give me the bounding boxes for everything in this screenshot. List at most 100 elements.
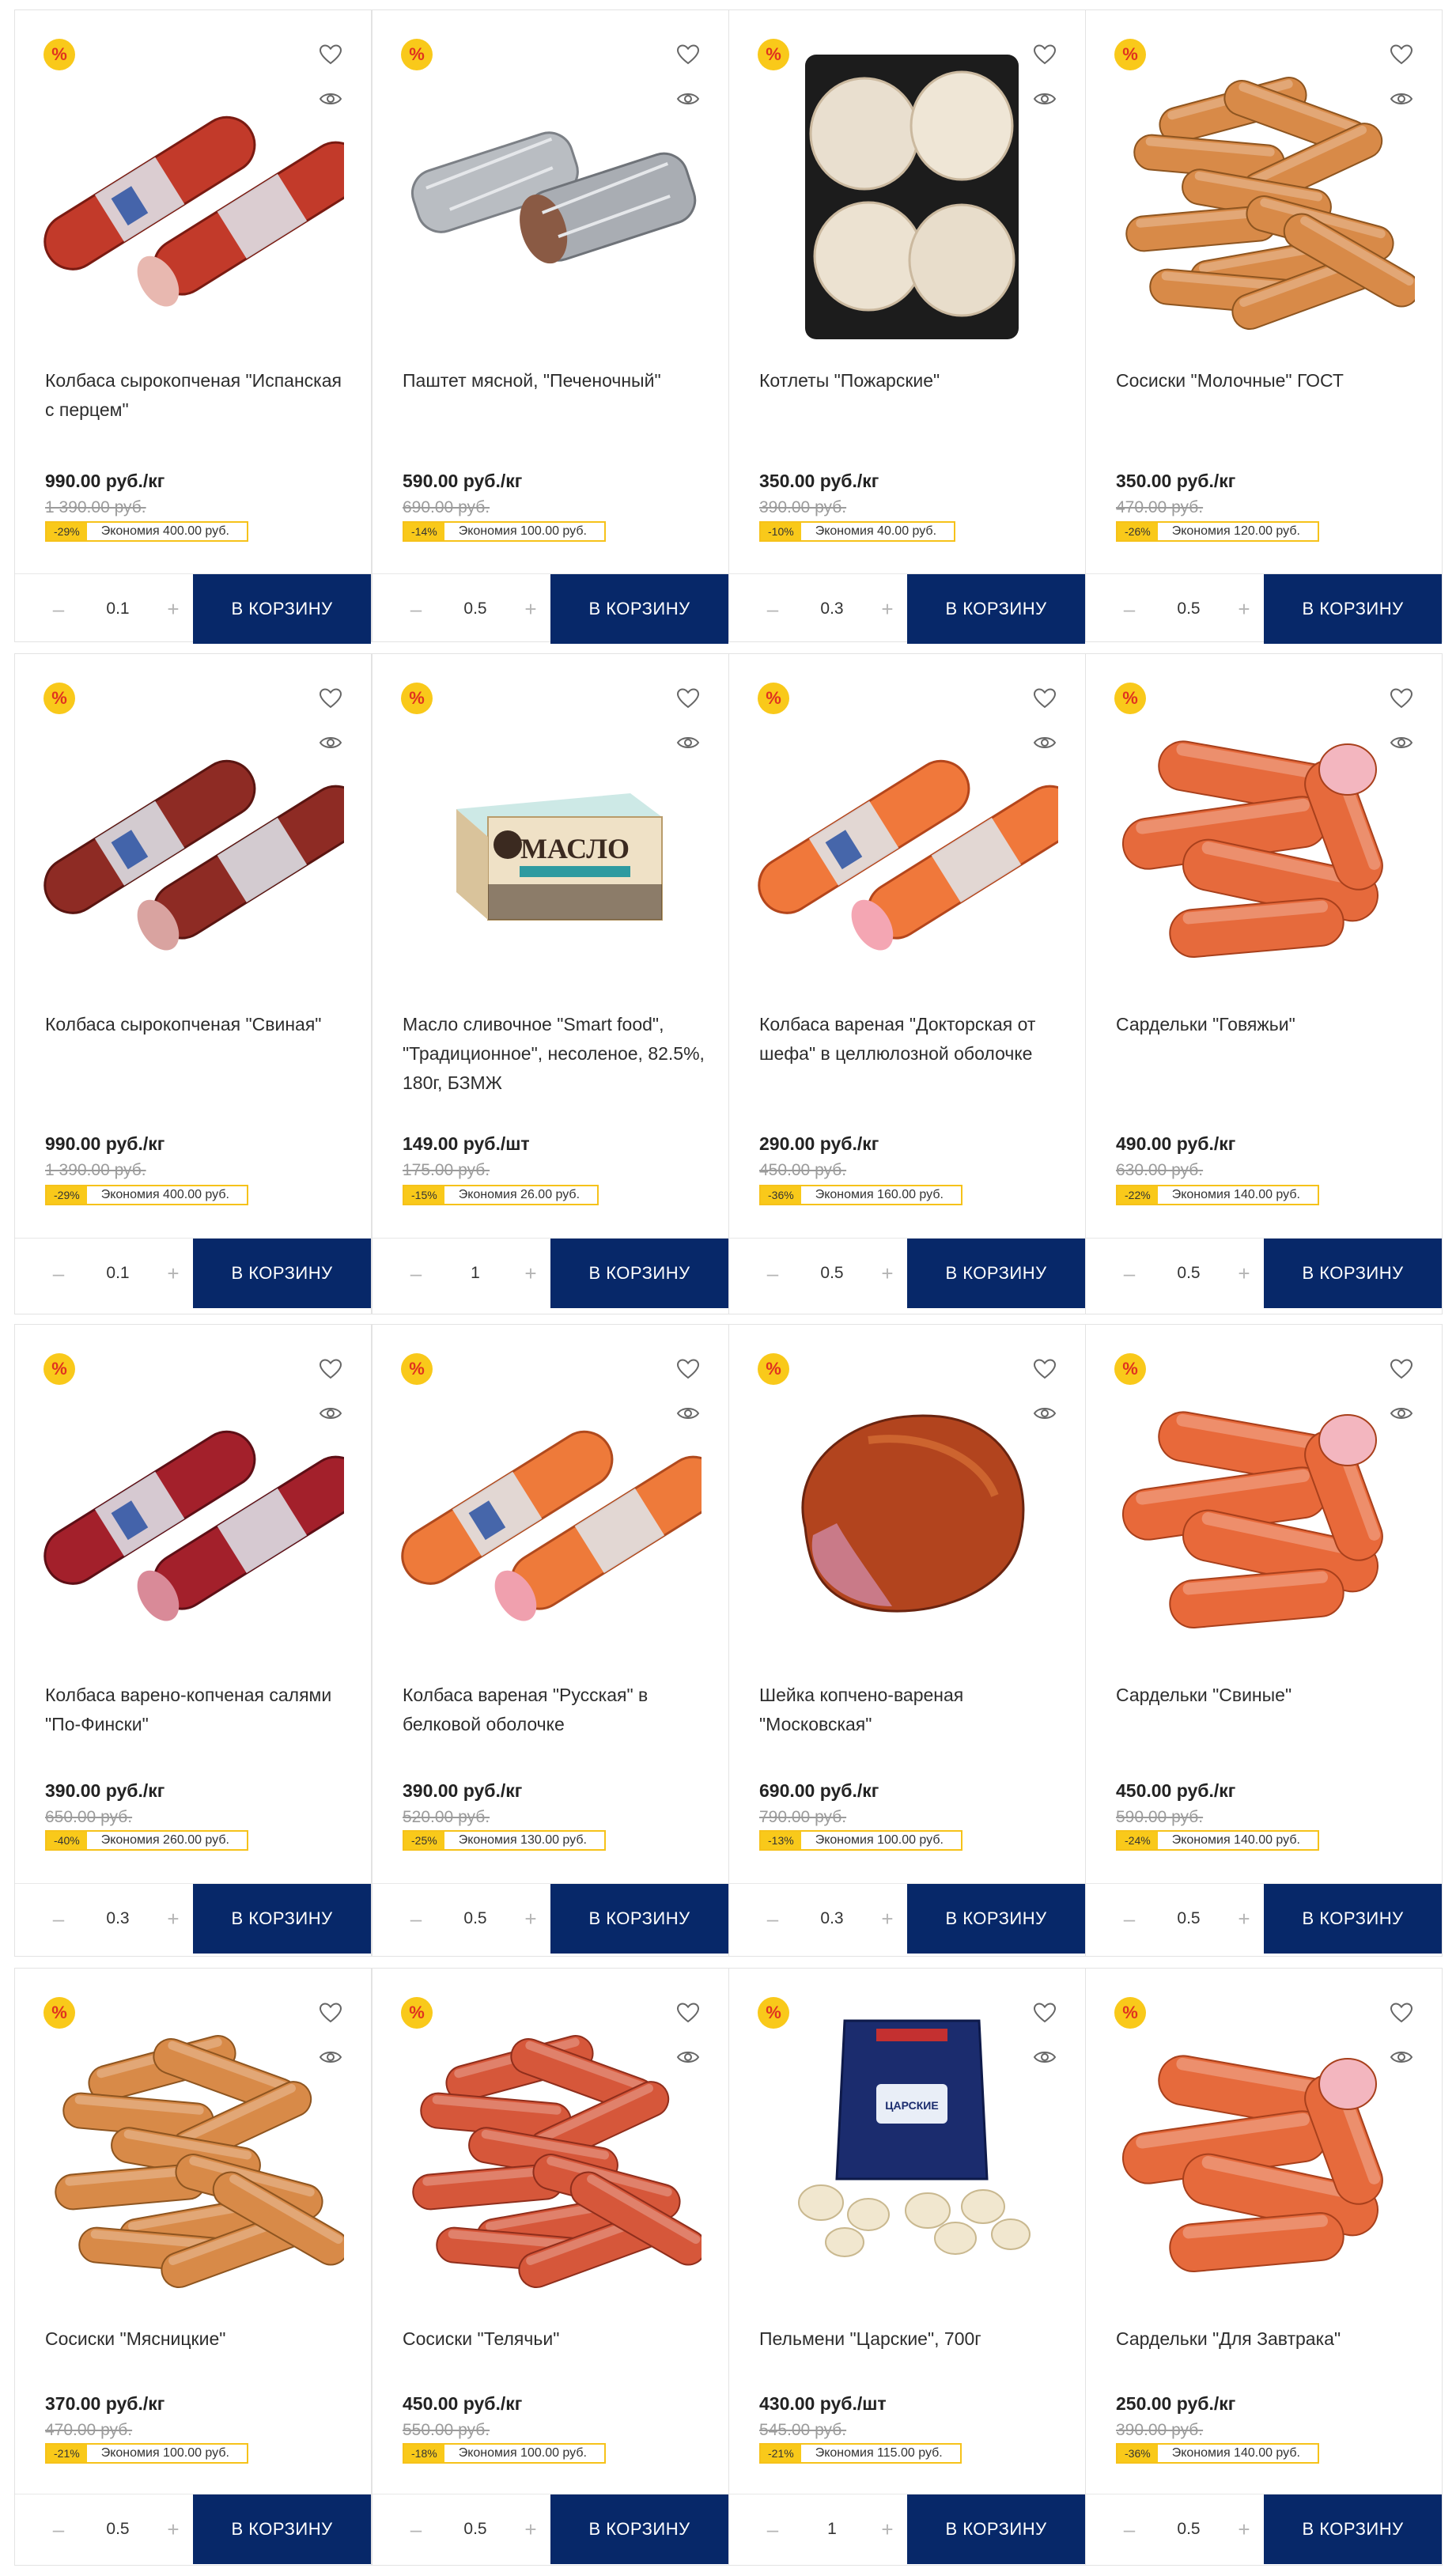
qty-value[interactable]: 0.5 [1157,1884,1220,1954]
add-to-cart-button[interactable]: В КОРЗИНУ [907,1239,1085,1308]
product-title[interactable]: Котлеты "Пожарские" [759,366,1068,395]
qty-value[interactable]: 0.5 [444,1884,507,1954]
product-title[interactable]: Сардельки "Для Завтрака" [1116,2324,1424,2354]
product-title[interactable]: Сардельки "Говяжьи" [1116,1010,1424,1039]
heart-icon[interactable] [319,43,342,66]
qty-plus-button[interactable]: + [1228,2494,1260,2564]
qty-minus-button[interactable]: – [757,2494,789,2564]
eye-icon[interactable] [319,2048,342,2067]
eye-icon[interactable] [319,1404,342,1423]
eye-icon[interactable] [1390,1404,1413,1423]
qty-value[interactable]: 0.1 [86,1239,149,1308]
eye-icon[interactable] [1390,89,1413,108]
qty-plus-button[interactable]: + [157,574,189,644]
qty-minus-button[interactable]: – [757,1884,789,1954]
product-title[interactable]: Шейка копчено-вареная "Московская" [759,1681,1068,1739]
add-to-cart-button[interactable]: В КОРЗИНУ [907,574,1085,644]
qty-plus-button[interactable]: + [1228,1239,1260,1308]
product-image[interactable] [1114,683,1415,983]
eye-icon[interactable] [676,2048,700,2067]
eye-icon[interactable] [1033,2048,1057,2067]
heart-icon[interactable] [319,687,342,709]
product-image[interactable] [1114,1997,1415,2298]
qty-minus-button[interactable]: – [43,1239,74,1308]
qty-value[interactable]: 0.5 [1157,1239,1220,1308]
heart-icon[interactable] [1033,43,1057,66]
eye-icon[interactable] [1390,733,1413,752]
product-title[interactable]: Масло сливочное "Smart food", "Традицион… [403,1010,711,1098]
product-image[interactable] [758,683,1058,983]
qty-value[interactable]: 0.3 [86,1884,149,1954]
heart-icon[interactable] [1390,2002,1413,2024]
product-image[interactable] [43,1997,344,2298]
product-card[interactable]: % Сардельки "Для Завтрака" 250.00 руб./кг 3… [1085,1968,1443,2566]
qty-minus-button[interactable]: – [400,1239,432,1308]
qty-value[interactable]: 0.1 [86,574,149,644]
eye-icon[interactable] [676,733,700,752]
product-card[interactable]: % Сосиски "Мясницкие" 370.00 руб./кг 470.00… [14,1968,372,2566]
product-title[interactable]: Сосиски "Мясницкие" [45,2324,354,2354]
product-image[interactable] [43,1353,344,1654]
add-to-cart-button[interactable]: В КОРЗИНУ [1264,1239,1442,1308]
qty-value[interactable]: 0.5 [800,1239,864,1308]
product-card[interactable]: % Сардельки "Говяжьи" 490.00 руб./кг 630.00… [1085,653,1443,1314]
heart-icon[interactable] [676,1358,700,1380]
add-to-cart-button[interactable]: В КОРЗИНУ [1264,1884,1442,1954]
add-to-cart-button[interactable]: В КОРЗИНУ [907,1884,1085,1954]
qty-minus-button[interactable]: – [757,1239,789,1308]
eye-icon[interactable] [1033,1404,1057,1423]
qty-plus-button[interactable]: + [1228,574,1260,644]
qty-plus-button[interactable]: + [515,574,546,644]
product-card[interactable]: МАСЛО % Масло сливочное "Smart food", "Тр… [372,653,729,1314]
eye-icon[interactable] [1390,2048,1413,2067]
product-card[interactable]: % Сардельки "Свиные" 450.00 руб./кг 590.00 … [1085,1324,1443,1957]
product-image[interactable]: ЦАРСКИЕ [758,1997,1058,2298]
eye-icon[interactable] [1033,89,1057,108]
qty-value[interactable]: 0.5 [444,2494,507,2564]
heart-icon[interactable] [676,2002,700,2024]
qty-minus-button[interactable]: – [1114,2494,1145,2564]
qty-value[interactable]: 1 [444,1239,507,1308]
product-title[interactable]: Сардельки "Свиные" [1116,1681,1424,1710]
qty-minus-button[interactable]: – [1114,1239,1145,1308]
product-image[interactable] [401,1353,702,1654]
add-to-cart-button[interactable]: В КОРЗИНУ [193,1884,371,1954]
heart-icon[interactable] [1390,43,1413,66]
product-title[interactable]: Колбаса варено-копченая салями "По-Финск… [45,1681,354,1739]
eye-icon[interactable] [1033,733,1057,752]
product-card[interactable]: % Сосиски "Молочные" ГОСТ 350.00 руб./кг 47… [1085,9,1443,644]
add-to-cart-button[interactable]: В КОРЗИНУ [1264,2494,1442,2564]
product-title[interactable]: Сосиски "Молочные" ГОСТ [1116,366,1424,395]
product-image[interactable] [758,39,1058,339]
add-to-cart-button[interactable]: В КОРЗИНУ [1264,574,1442,644]
product-image[interactable] [43,39,344,339]
add-to-cart-button[interactable]: В КОРЗИНУ [193,1239,371,1308]
product-card[interactable]: % Шейка копчено-вареная "Московская" 690.0… [728,1324,1086,1957]
add-to-cart-button[interactable]: В КОРЗИНУ [193,2494,371,2564]
qty-value[interactable]: 1 [800,2494,864,2564]
qty-plus-button[interactable]: + [872,574,903,644]
qty-plus-button[interactable]: + [872,1239,903,1308]
heart-icon[interactable] [319,2002,342,2024]
heart-icon[interactable] [319,1358,342,1380]
product-image[interactable] [1114,1353,1415,1654]
heart-icon[interactable] [1390,687,1413,709]
product-image[interactable] [401,1997,702,2298]
eye-icon[interactable] [319,89,342,108]
product-title[interactable]: Пельмени "Царские", 700г [759,2324,1068,2354]
qty-plus-button[interactable]: + [872,2494,903,2564]
product-card[interactable]: % Котлеты "Пожарские" 350.00 руб./кг 390.00… [728,9,1086,644]
add-to-cart-button[interactable]: В КОРЗИНУ [193,574,371,644]
product-card[interactable]: % Колбаса вареная "Докторская от шефа" в … [728,653,1086,1314]
product-card[interactable]: % Колбаса варено-копченая салями "По-Финс… [14,1324,372,1957]
qty-minus-button[interactable]: – [400,574,432,644]
product-title[interactable]: Колбаса сырокопченая "Испанская с перцем… [45,366,354,425]
qty-plus-button[interactable]: + [157,2494,189,2564]
qty-value[interactable]: 0.5 [86,2494,149,2564]
eye-icon[interactable] [676,1404,700,1423]
product-image[interactable] [43,683,344,983]
qty-minus-button[interactable]: – [757,574,789,644]
add-to-cart-button[interactable]: В КОРЗИНУ [550,2494,728,2564]
product-card[interactable]: % Паштет мясной, "Печеночный" 590.00 руб./… [372,9,729,644]
heart-icon[interactable] [1033,687,1057,709]
